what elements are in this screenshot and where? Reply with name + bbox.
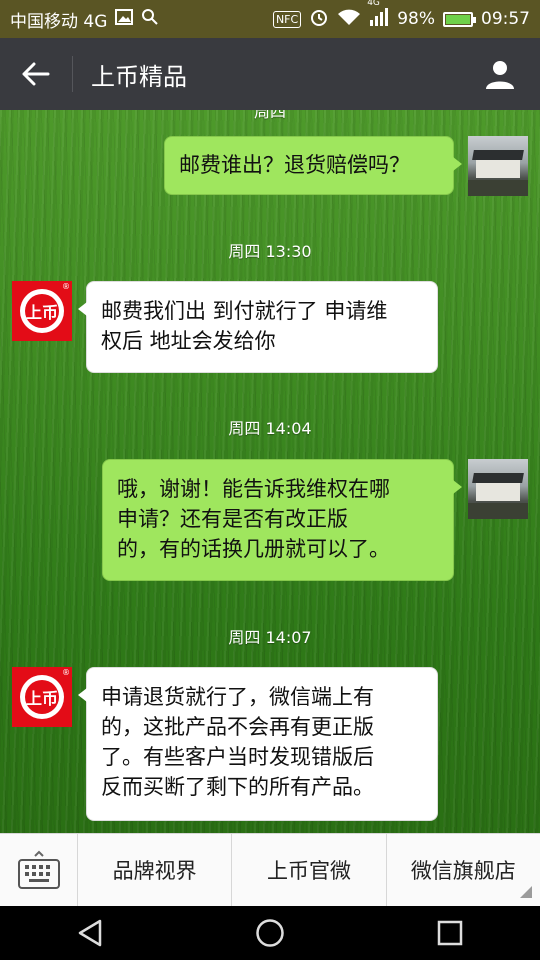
carrier-label: 中国移动 4G bbox=[10, 11, 108, 32]
user-avatar[interactable] bbox=[468, 136, 528, 196]
back-button[interactable] bbox=[0, 38, 72, 110]
user-avatar[interactable] bbox=[468, 459, 528, 519]
profile-button[interactable] bbox=[460, 38, 540, 110]
nav-back-button[interactable] bbox=[60, 906, 120, 960]
chat-area[interactable]: 周四 邮费谁出？退货赔偿吗？ 周四 13:30 上币 ® 邮费我们出 到付就行了 … bbox=[0, 110, 540, 833]
triangle-back-icon bbox=[78, 919, 102, 947]
keyboard-icon bbox=[17, 850, 60, 889]
person-icon bbox=[486, 61, 514, 89]
keyboard-toggle-button[interactable] bbox=[0, 834, 78, 906]
status-bar: 中国移动 4G NFC 4G 98% 09:57 bbox=[0, 0, 540, 38]
page-title: 上币精品 bbox=[91, 62, 187, 91]
timestamp: 周四 14:07 bbox=[228, 628, 312, 647]
header-divider bbox=[72, 56, 73, 92]
message-bubble-sent[interactable]: 邮费谁出？退货赔偿吗？ bbox=[164, 136, 462, 195]
message-bubble-sent[interactable]: 哦，谢谢！能告诉我维权在哪 申请？还有是否有改正版 的，有的话换几册就可以了。 bbox=[102, 459, 462, 581]
signal-type-label: 4G bbox=[367, 0, 380, 8]
nav-recents-button[interactable] bbox=[420, 906, 480, 960]
timestamp: 周四 14:04 bbox=[228, 419, 312, 438]
battery-percent: 98% bbox=[397, 9, 435, 29]
timestamp-partial: 周四 bbox=[253, 110, 286, 121]
service-menu: 品牌视界 上币官微 微信旗舰店 bbox=[0, 833, 540, 906]
menu-item-official-weibo[interactable]: 上币官微 bbox=[232, 834, 387, 906]
nav-home-button[interactable] bbox=[240, 906, 300, 960]
system-nav-bar bbox=[0, 906, 540, 960]
alarm-icon bbox=[309, 7, 329, 32]
wifi-icon bbox=[337, 8, 361, 31]
shop-avatar[interactable]: 上币 ® bbox=[12, 667, 72, 727]
menu-item-label: 品牌视界 bbox=[112, 859, 197, 883]
menu-item-brand-vision[interactable]: 品牌视界 bbox=[78, 834, 233, 906]
message-bubble-received[interactable]: 邮费我们出 到付就行了 申请维 权后 地址会发给你 bbox=[78, 281, 438, 373]
clock: 09:57 bbox=[481, 9, 530, 29]
back-arrow-icon bbox=[22, 62, 50, 86]
menu-item-wechat-store[interactable]: 微信旗舰店 bbox=[387, 834, 540, 906]
timestamp: 周四 13:30 bbox=[228, 242, 312, 261]
submenu-indicator-icon bbox=[519, 886, 532, 898]
chat-header: 上币精品 bbox=[0, 38, 540, 110]
menu-item-label: 上币官微 bbox=[266, 859, 351, 883]
signal-icon: 4G bbox=[367, 0, 389, 31]
shop-logo-text: 上币 bbox=[25, 294, 59, 328]
image-icon bbox=[115, 8, 134, 30]
menu-item-label: 微信旗舰店 bbox=[410, 859, 516, 883]
search-icon bbox=[141, 8, 159, 31]
nfc-icon: NFC bbox=[272, 10, 302, 28]
message-bubble-received[interactable]: 申请退货就行了，微信端上有 的，这批产品不会再有更正版 了。有些客户当时发现错版… bbox=[78, 667, 438, 821]
circle-home-icon bbox=[256, 919, 284, 947]
shop-logo-text: 上币 bbox=[25, 680, 59, 714]
shop-avatar[interactable]: 上币 ® bbox=[12, 281, 72, 341]
square-recents-icon bbox=[437, 920, 463, 946]
battery-icon bbox=[443, 11, 476, 27]
